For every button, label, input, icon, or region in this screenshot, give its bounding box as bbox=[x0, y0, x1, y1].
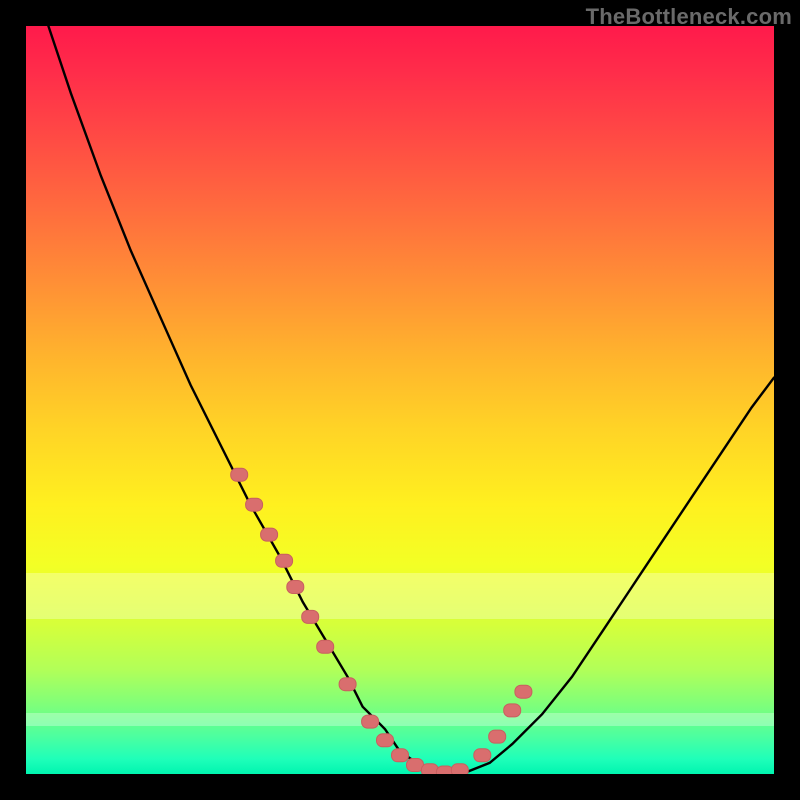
curve-marker bbox=[231, 468, 248, 481]
curve-marker bbox=[515, 685, 532, 698]
curve-marker bbox=[362, 715, 379, 728]
bottleneck-curve bbox=[48, 26, 774, 774]
chart-frame: TheBottleneck.com bbox=[0, 0, 800, 800]
curve-marker bbox=[377, 734, 394, 747]
plot-area bbox=[26, 26, 774, 774]
curve-marker bbox=[246, 498, 263, 511]
curve-marker bbox=[317, 640, 334, 653]
curve-marker bbox=[287, 581, 304, 594]
marker-group bbox=[231, 468, 532, 774]
watermark-text: TheBottleneck.com bbox=[586, 4, 792, 30]
curve-marker bbox=[302, 610, 319, 623]
curve-marker bbox=[261, 528, 278, 541]
curve-marker bbox=[489, 730, 506, 743]
curve-marker bbox=[276, 554, 293, 567]
curve-marker bbox=[451, 764, 468, 774]
curve-marker bbox=[392, 749, 409, 762]
curve-marker bbox=[339, 678, 356, 691]
curve-layer bbox=[26, 26, 774, 774]
curve-marker bbox=[421, 764, 438, 774]
curve-marker bbox=[474, 749, 491, 762]
curve-marker bbox=[504, 704, 521, 717]
